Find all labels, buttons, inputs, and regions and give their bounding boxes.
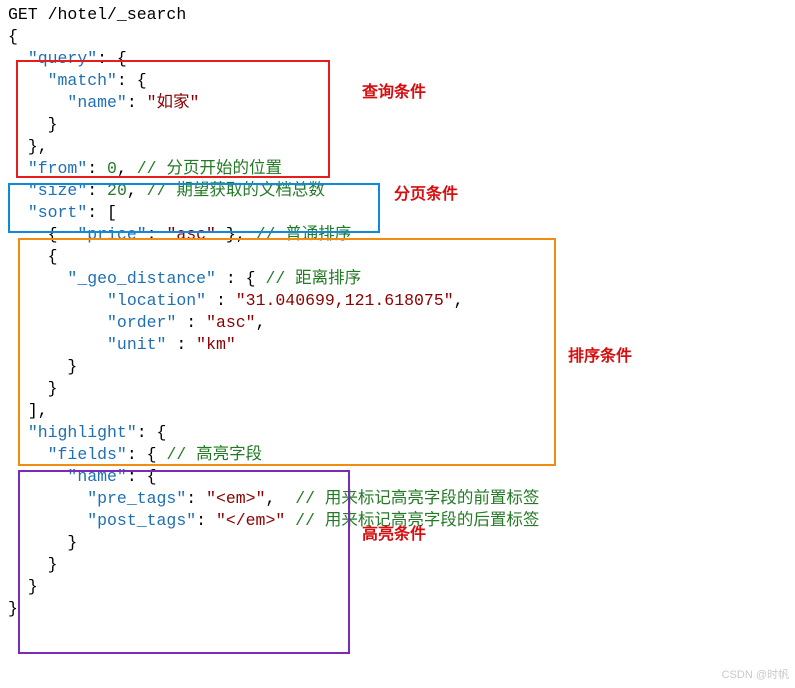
label-highlight: 高亮条件 [362, 524, 426, 546]
val-size: 20 [107, 181, 127, 200]
comment-size: // 期望获取的文档总数 [147, 181, 325, 200]
comment-from: // 分页开始的位置 [137, 159, 282, 178]
request-line: GET /hotel/_search [8, 5, 186, 24]
comment-sort-geo: // 距离排序 [265, 269, 361, 288]
key-price: "price" [77, 225, 146, 244]
key-unit: "unit" [107, 335, 166, 354]
label-query: 查询条件 [362, 82, 426, 104]
key-order: "order" [107, 313, 176, 332]
key-geo: "_geo_distance" [67, 269, 216, 288]
val-asc2: "asc" [206, 313, 256, 332]
key-query: "query" [28, 49, 97, 68]
comment-sort-plain: // 普通排序 [256, 225, 352, 244]
key-posttags: "post_tags" [87, 511, 196, 530]
key-name2: "name" [67, 467, 126, 486]
key-highlight: "highlight" [28, 423, 137, 442]
label-sort: 排序条件 [568, 346, 632, 368]
comment-pre: // 用来标记高亮字段的前置标签 [295, 489, 539, 508]
comment-fields: // 高亮字段 [166, 445, 262, 464]
val-from: 0 [107, 159, 117, 178]
val-pre: "<em>" [206, 489, 265, 508]
val-location: "31.040699,121.618075" [236, 291, 454, 310]
key-match: "match" [48, 71, 117, 90]
val-name: "如家" [147, 93, 200, 112]
key-name: "name" [67, 93, 126, 112]
key-from: "from" [28, 159, 87, 178]
label-page: 分页条件 [394, 184, 458, 206]
key-pretags: "pre_tags" [87, 489, 186, 508]
key-location: "location" [107, 291, 206, 310]
key-fields: "fields" [48, 445, 127, 464]
key-sort: "sort" [28, 203, 87, 222]
val-post: "</em>" [216, 511, 285, 530]
key-size: "size" [28, 181, 87, 200]
val-km: "km" [196, 335, 236, 354]
val-asc1: "asc" [166, 225, 216, 244]
watermark: CSDN @时帆 [722, 664, 789, 686]
